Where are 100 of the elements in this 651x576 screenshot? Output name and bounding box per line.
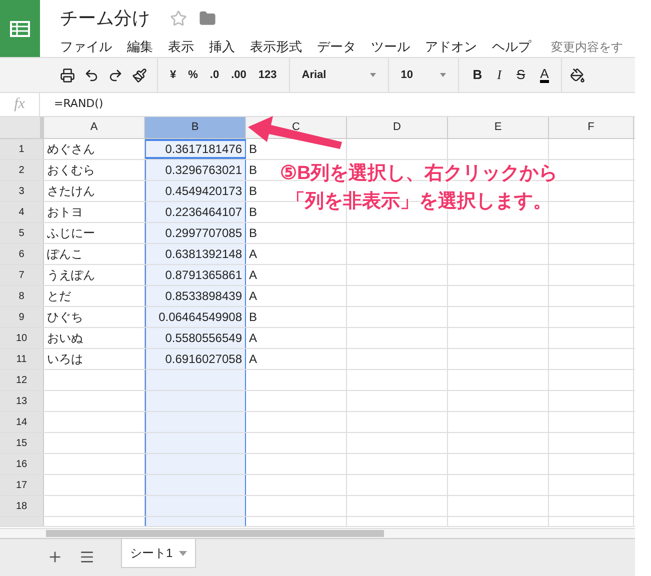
menu-item[interactable]: ヘルプ bbox=[492, 37, 531, 56]
row-header[interactable]: 14 bbox=[0, 412, 44, 432]
selected-cell[interactable] bbox=[145, 454, 246, 474]
table-cell-text: おくむら bbox=[47, 162, 95, 179]
selected-cell[interactable] bbox=[145, 370, 246, 390]
row-header[interactable]: 7 bbox=[0, 265, 44, 285]
menu-item[interactable]: 挿入 bbox=[209, 37, 235, 56]
row-header[interactable]: 18 bbox=[0, 496, 44, 516]
selected-cell[interactable]: 0.6916027058 bbox=[145, 349, 246, 369]
row-header[interactable]: 1 bbox=[0, 139, 44, 159]
table-cell-text: うえぽん bbox=[47, 267, 95, 284]
selected-cell[interactable] bbox=[145, 412, 246, 432]
annotation-text: ⑤B列を選択し、右クリックから 「列を非表示」を選択します。 bbox=[280, 162, 558, 214]
menu-item[interactable]: ツール bbox=[371, 37, 410, 56]
undo-icon[interactable] bbox=[84, 68, 99, 82]
selected-cell[interactable]: 0.3617181476 bbox=[145, 139, 246, 159]
format-button[interactable]: ¥ bbox=[170, 66, 176, 84]
paint-format-icon[interactable] bbox=[132, 68, 147, 82]
column-header[interactable]: F bbox=[549, 117, 634, 138]
column-header[interactable]: B bbox=[145, 117, 246, 138]
menu-item[interactable]: 編集 bbox=[127, 37, 153, 56]
folder-icon[interactable] bbox=[199, 10, 216, 27]
table-cell-text: A bbox=[249, 351, 258, 368]
row-header[interactable]: 6 bbox=[0, 244, 44, 264]
menu-item[interactable]: 表示 bbox=[168, 37, 194, 56]
format-button[interactable]: .00 bbox=[231, 66, 246, 84]
text-style-button[interactable]: B bbox=[472, 65, 482, 85]
table-cell-text: B bbox=[249, 141, 258, 158]
row-header[interactable]: 12 bbox=[0, 370, 44, 390]
table-cell-text: 0.4549420173 bbox=[165, 183, 242, 200]
sheets-icon bbox=[10, 20, 30, 36]
fill-color-icon[interactable] bbox=[570, 68, 585, 82]
document-title[interactable]: チーム分け bbox=[60, 5, 150, 32]
font-dropdown[interactable]: Arial bbox=[290, 58, 389, 92]
table-cell-text: 0.3617181476 bbox=[165, 141, 242, 158]
table-cell-text: 0.06464549908 bbox=[158, 309, 242, 326]
table-cell-text: 0.2997707085 bbox=[165, 225, 242, 242]
row-header[interactable]: 15 bbox=[0, 433, 44, 453]
selected-cell[interactable]: 0.2997707085 bbox=[145, 223, 246, 243]
row-header[interactable]: 8 bbox=[0, 286, 44, 306]
format-button[interactable]: % bbox=[188, 66, 198, 84]
row-header[interactable]: 9 bbox=[0, 307, 44, 327]
row-header[interactable] bbox=[0, 517, 44, 526]
table-cell-text: 0.8791365861 bbox=[165, 267, 242, 284]
caret-icon bbox=[370, 73, 376, 77]
selected-cell[interactable]: 0.06464549908 bbox=[145, 307, 246, 327]
row-header[interactable]: 17 bbox=[0, 475, 44, 495]
row-header[interactable]: 5 bbox=[0, 223, 44, 243]
format-button[interactable]: .0 bbox=[210, 66, 220, 84]
table-cell-text: A bbox=[249, 267, 258, 284]
table-cell-text: 0.6916027058 bbox=[165, 351, 242, 368]
column-header[interactable]: D bbox=[347, 117, 448, 138]
selected-cell[interactable]: 0.3296763021 bbox=[145, 160, 246, 180]
selected-cell[interactable]: 0.5580556549 bbox=[145, 328, 246, 348]
menu-item[interactable]: データ bbox=[317, 37, 356, 56]
text-style-button[interactable]: S bbox=[516, 65, 526, 85]
table-cell-text: ひぐち bbox=[47, 309, 83, 326]
print-icon[interactable] bbox=[60, 68, 75, 82]
selected-cell[interactable] bbox=[145, 475, 246, 495]
table-cell-text: B bbox=[249, 162, 258, 179]
column-header[interactable]: E bbox=[448, 117, 549, 138]
redo-icon[interactable] bbox=[108, 68, 123, 82]
add-sheet-icon[interactable] bbox=[47, 549, 63, 565]
horizontal-scrollbar[interactable] bbox=[46, 530, 384, 537]
menu-item[interactable]: ファイル bbox=[60, 37, 112, 56]
menu-item[interactable]: 表示形式 bbox=[250, 37, 302, 56]
row-header[interactable]: 2 bbox=[0, 160, 44, 180]
selected-cell[interactable] bbox=[145, 517, 246, 526]
table-cell-text: B bbox=[249, 183, 258, 200]
text-style-button[interactable]: A bbox=[540, 67, 549, 83]
selected-cell[interactable] bbox=[145, 391, 246, 411]
table-cell-text: いろは bbox=[47, 351, 83, 368]
row-header[interactable]: 13 bbox=[0, 391, 44, 411]
row-header[interactable]: 4 bbox=[0, 202, 44, 222]
selected-cell[interactable]: 0.2236464107 bbox=[145, 202, 246, 222]
formula-field[interactable]: =RAND() bbox=[40, 96, 104, 113]
row-header[interactable]: 11 bbox=[0, 349, 44, 369]
sheet-tab[interactable]: シート1 bbox=[121, 539, 196, 568]
star-icon[interactable] bbox=[170, 10, 187, 27]
table-cell-text: 0.3296763021 bbox=[165, 162, 242, 179]
selected-cell[interactable]: 0.8533898439 bbox=[145, 286, 246, 306]
menu-item[interactable]: アドオン bbox=[425, 37, 477, 56]
text-style-button[interactable]: I bbox=[497, 65, 502, 85]
selected-cell[interactable]: 0.4549420173 bbox=[145, 181, 246, 201]
row-header[interactable]: 10 bbox=[0, 328, 44, 348]
selected-cell[interactable] bbox=[145, 496, 246, 516]
selected-cell[interactable] bbox=[145, 433, 246, 453]
selected-cell[interactable]: 0.8791365861 bbox=[145, 265, 246, 285]
table-cell-text: めぐさん bbox=[47, 141, 95, 158]
caret-icon bbox=[440, 73, 446, 77]
table-cell-text: B bbox=[249, 204, 258, 221]
font-size-dropdown[interactable]: 10 bbox=[388, 58, 459, 92]
format-button[interactable]: 123 bbox=[258, 66, 277, 84]
selected-cell[interactable]: 0.6381392148 bbox=[145, 244, 246, 264]
sheet-list-icon[interactable] bbox=[79, 549, 95, 565]
corner-cell[interactable] bbox=[0, 117, 44, 138]
table-cell-text: B bbox=[249, 225, 258, 242]
sheets-logo[interactable] bbox=[0, 0, 40, 57]
row-header[interactable]: 16 bbox=[0, 454, 44, 474]
row-header[interactable]: 3 bbox=[0, 181, 44, 201]
